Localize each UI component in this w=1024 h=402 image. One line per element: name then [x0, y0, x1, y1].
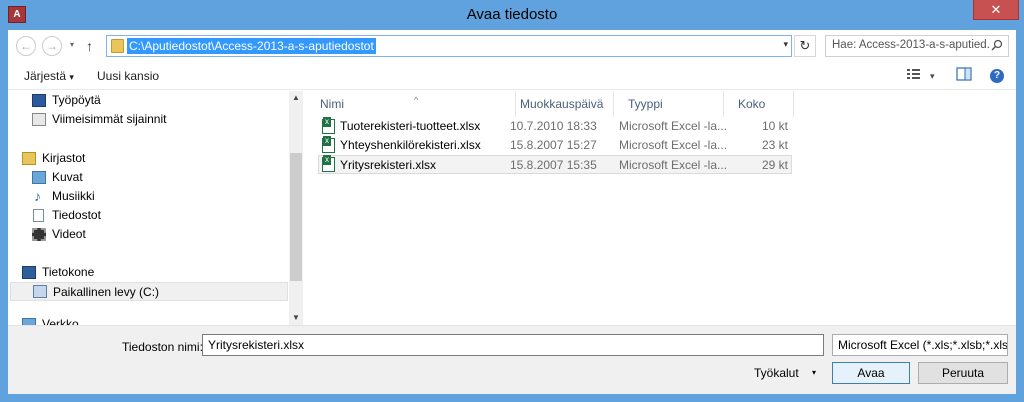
dialog-body: ← → ▾ ↑ C:\Aputiedostot\Access-2013-a-s-… — [8, 30, 1016, 394]
sort-ascending-icon: ^ — [414, 95, 419, 105]
filename-label: Tiedoston nimi: — [122, 340, 203, 354]
drive-icon — [33, 285, 47, 298]
address-dropdown-icon[interactable]: ▾ — [783, 39, 788, 50]
search-icon[interactable] — [991, 39, 1003, 54]
file-row[interactable]: Tuoterekisteri-tuotteet.xlsx 10.7.2010 1… — [318, 117, 792, 136]
navigation-pane: Työpöytä Viimeisimmät sijainnit Kirjasto… — [8, 91, 288, 325]
up-button[interactable]: ↑ — [86, 36, 100, 56]
desktop-icon — [32, 94, 46, 107]
music-icon: ♪ — [34, 188, 41, 204]
address-bar-row: ← → ▾ ↑ C:\Aputiedostot\Access-2013-a-s-… — [8, 30, 1016, 62]
window-title: Avaa tiedosto — [466, 6, 558, 23]
nav-item-music[interactable]: ♪ Musiikki — [10, 187, 288, 206]
videos-icon — [32, 228, 46, 241]
column-header-name[interactable]: Nimi ^ — [304, 91, 516, 117]
forward-button[interactable]: → — [42, 36, 62, 56]
file-row[interactable]: Yhteyshenkilörekisteri.xlsx 15.8.2007 15… — [318, 136, 792, 155]
open-file-dialog: A Avaa tiedosto ✕ ← → ▾ ↑ C:\Aputiedosto… — [0, 0, 1024, 402]
computer-icon — [22, 266, 36, 279]
nav-scrollbar[interactable]: ▲ ▼ — [289, 91, 303, 325]
tools-button[interactable]: Työkalut — [754, 362, 799, 384]
libraries-icon — [22, 152, 36, 165]
nav-item-documents[interactable]: Tiedostot — [10, 206, 288, 225]
column-header-date[interactable]: Muokkauspäivä — [504, 91, 614, 117]
scroll-thumb[interactable] — [290, 153, 302, 281]
organize-button[interactable]: Järjestä ▾ — [24, 68, 74, 84]
view-options-icon[interactable] — [906, 67, 922, 85]
refresh-button[interactable]: ↻ — [794, 35, 816, 57]
nav-item-libraries[interactable]: Kirjastot — [10, 149, 288, 168]
filename-input[interactable]: Yritysrekisteri.xlsx — [202, 334, 824, 356]
scroll-down-icon[interactable]: ▼ — [289, 311, 303, 325]
title-bar: A Avaa tiedosto ✕ — [0, 0, 1024, 30]
excel-file-icon — [322, 155, 335, 172]
nav-item-desktop[interactable]: Työpöytä — [10, 91, 288, 110]
nav-item-local-disk[interactable]: Paikallinen levy (C:) — [10, 282, 288, 301]
nav-item-recent-places[interactable]: Viimeisimmät sijainnit — [10, 110, 288, 129]
view-dropdown-icon[interactable]: ▾ — [930, 67, 935, 85]
column-header-size[interactable]: Koko — [722, 91, 794, 117]
network-icon — [22, 318, 36, 325]
pictures-icon — [32, 171, 46, 184]
help-icon[interactable]: ? — [990, 69, 1004, 83]
file-name-panel: Tiedoston nimi: Yritysrekisteri.xlsx Mic… — [8, 325, 1016, 394]
documents-icon — [33, 209, 44, 222]
tools-dropdown-icon[interactable]: ▾ — [812, 362, 816, 384]
address-path[interactable]: C:\Aputiedostot\Access-2013-a-s-aputiedo… — [127, 38, 376, 54]
nav-item-pictures[interactable]: Kuvat — [10, 168, 288, 187]
column-header-type[interactable]: Tyyppi — [612, 91, 724, 117]
preview-pane-icon[interactable] — [956, 67, 972, 85]
command-bar: Järjestä ▾ Uusi kansio ▾ ? — [8, 62, 1016, 90]
back-button[interactable]: ← — [16, 36, 36, 56]
cancel-button[interactable]: Peruuta — [918, 362, 1008, 384]
file-list: Nimi ^ Muokkauspäivä Tyyppi Koko Tuotere… — [304, 91, 1016, 325]
search-input[interactable]: Hae: Access-2013-a-s-aputied... — [825, 35, 1009, 57]
file-row-selected[interactable]: Yritysrekisteri.xlsx 15.8.2007 15:35 Mic… — [318, 155, 792, 174]
close-button[interactable]: ✕ — [973, 0, 1019, 20]
address-field[interactable]: C:\Aputiedostot\Access-2013-a-s-aputiedo… — [106, 35, 792, 57]
nav-item-network[interactable]: Verkko — [10, 315, 288, 325]
nav-item-videos[interactable]: Videot — [10, 225, 288, 244]
open-button[interactable]: Avaa — [832, 362, 910, 384]
scroll-up-icon[interactable]: ▲ — [289, 91, 303, 105]
folder-icon — [111, 39, 124, 53]
file-type-select[interactable]: Microsoft Excel (*.xls;*.xlsb;*.xls — [832, 334, 1008, 356]
excel-file-icon — [322, 117, 335, 134]
new-folder-button[interactable]: Uusi kansio — [97, 68, 159, 84]
recent-locations-dropdown[interactable]: ▾ — [70, 40, 80, 50]
search-placeholder: Hae: Access-2013-a-s-aputied... — [832, 39, 990, 51]
recent-places-icon — [32, 113, 46, 126]
excel-file-icon — [322, 136, 335, 153]
nav-item-computer[interactable]: Tietokone — [10, 263, 288, 282]
